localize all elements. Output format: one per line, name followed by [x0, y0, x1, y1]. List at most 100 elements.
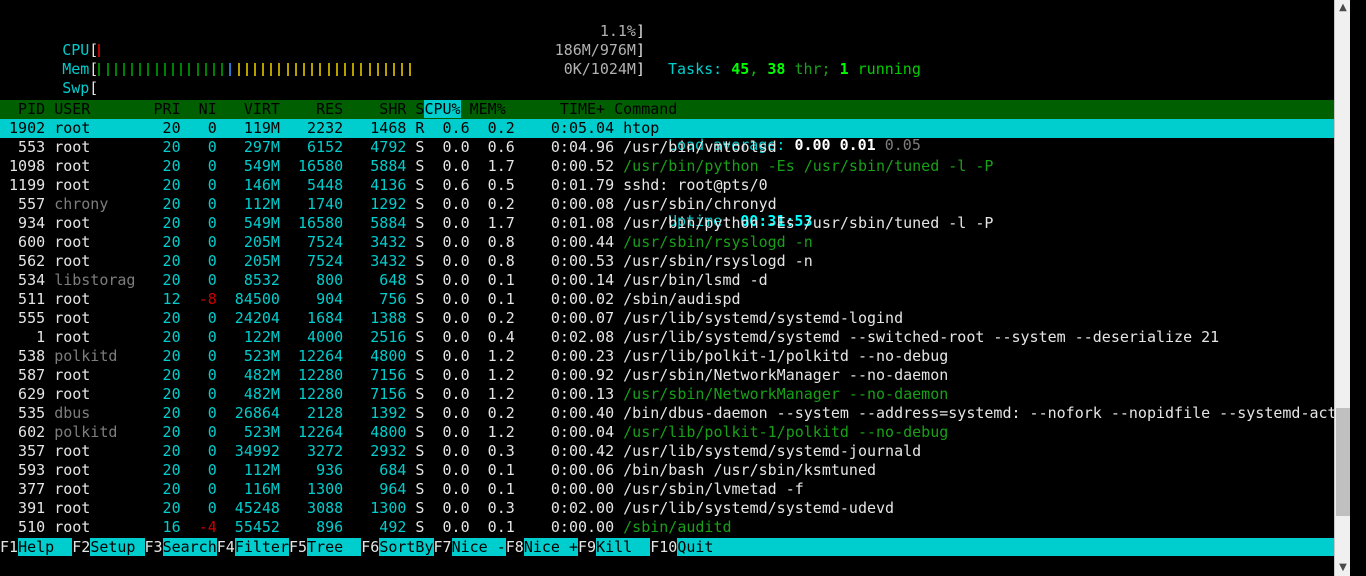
tasks-separator: , [749, 60, 759, 78]
cell-ni: 0 [180, 423, 217, 441]
cell-state: S [406, 157, 425, 175]
cell-pid: 593 [0, 461, 55, 479]
cell-res: 16580 [279, 214, 344, 232]
process-row[interactable]: 534 libstorag 20 0 8532 800 648 S 0.0 0.… [0, 271, 1338, 290]
fkey-number-f5[interactable]: F5 [289, 538, 308, 556]
fkey-label-help[interactable]: Help [18, 538, 73, 556]
fkey-label-filter[interactable]: Filter [234, 538, 289, 556]
process-row[interactable]: 391 root 20 0 45248 3088 1300 S 0.0 0.3 … [0, 499, 1338, 518]
process-row[interactable]: 555 root 20 0 24204 1684 1388 S 0.0 0.2 … [0, 309, 1338, 328]
process-row[interactable]: 553 root 20 0 297M 6152 4792 S 0.0 0.6 0… [0, 138, 1338, 157]
cell-res: 2128 [279, 404, 344, 422]
fkey-number-f9[interactable]: F9 [578, 538, 597, 556]
process-list[interactable]: 1902 root 20 0 119M 2232 1468 R 0.6 0.2 … [0, 119, 1338, 537]
cell-res: 3088 [279, 499, 344, 517]
process-row[interactable]: 1098 root 20 0 549M 16580 5884 S 0.0 1.7… [0, 157, 1338, 176]
process-row[interactable]: 587 root 20 0 482M 12280 7156 S 0.0 1.2 … [0, 366, 1338, 385]
swp-meter[interactable]: Swp[ [8, 60, 426, 97]
cell-virt: 482M [216, 366, 280, 384]
cell-pri: 20 [144, 119, 181, 137]
fkey-label-nice-[interactable]: Nice + [523, 538, 578, 556]
fkey-label-tree[interactable]: Tree [307, 538, 362, 556]
cell-virt: 55452 [216, 518, 280, 536]
fkey-number-f7[interactable]: F7 [433, 538, 452, 556]
cell-ni: 0 [180, 176, 217, 194]
cell-ni: 0 [180, 119, 217, 137]
cell-state: S [406, 366, 425, 384]
scroll-up-arrow-icon[interactable]: ▲ [1335, 0, 1350, 16]
column-header-mem[interactable]: MEM% [470, 100, 506, 118]
cell-res: 12280 [279, 385, 344, 403]
process-row[interactable]: 602 polkitd 20 0 523M 12264 4800 S 0.0 1… [0, 423, 1338, 442]
column-header-cpu[interactable]: CPU% [424, 100, 461, 118]
cell-command: /usr/lib/polkit-1/polkitd --no-debug [623, 423, 949, 441]
cell-mem: 1.2 [469, 366, 515, 384]
cell-pri: 20 [144, 328, 181, 346]
process-row[interactable]: 557 chrony 20 0 112M 1740 1292 S 0.0 0.2… [0, 195, 1338, 214]
fkey-label-sortby[interactable]: SortBy [379, 538, 434, 556]
fkey-number-f8[interactable]: F8 [505, 538, 524, 556]
process-row[interactable]: 538 polkitd 20 0 523M 12264 4800 S 0.0 1… [0, 347, 1338, 366]
fkey-number-f10[interactable]: F10 [650, 538, 678, 556]
cell-shr: 1388 [343, 309, 407, 327]
cell-pid: 555 [0, 309, 55, 327]
fkey-number-f4[interactable]: F4 [216, 538, 235, 556]
cell-res: 3272 [279, 442, 344, 460]
cell-pri: 20 [144, 138, 181, 156]
fkey-number-f1[interactable]: F1 [0, 538, 19, 556]
cell-mem: 0.3 [469, 499, 515, 517]
process-row[interactable]: 600 root 20 0 205M 7524 3432 S 0.0 0.8 0… [0, 233, 1338, 252]
fkey-number-f2[interactable]: F2 [72, 538, 91, 556]
process-row[interactable]: 510 root 16 -4 55452 896 492 S 0.0 0.1 0… [0, 518, 1338, 537]
cell-shr: 7156 [343, 385, 407, 403]
process-row[interactable]: 357 root 20 0 34992 3272 2932 S 0.0 0.3 … [0, 442, 1338, 461]
cell-pid: 934 [0, 214, 55, 232]
process-row[interactable]: 934 root 20 0 549M 16580 5884 S 0.0 1.7 … [0, 214, 1338, 233]
process-table-header[interactable]: PID USER PRI NI VIRT RES SHR SCPU% MEM% … [0, 100, 1338, 119]
process-row[interactable]: 1199 root 20 0 146M 5448 4136 S 0.6 0.5 … [0, 176, 1338, 195]
fkey-label-quit[interactable]: Quit [677, 538, 732, 556]
cell-command: /usr/lib/systemd/systemd-udevd [623, 499, 895, 517]
process-row[interactable]: 535 dbus 20 0 26864 2128 1392 S 0.0 0.2 … [0, 404, 1338, 423]
fkey-label-nice-[interactable]: Nice - [451, 538, 506, 556]
cell-mem: 0.8 [469, 252, 515, 270]
cpu-meter[interactable]: CPU[ [8, 22, 426, 59]
cell-virt: 116M [216, 480, 280, 498]
cell-command: /usr/bin/python -Es /usr/sbin/tuned -l -… [623, 157, 994, 175]
process-row-selected[interactable]: 1902 root 20 0 119M 2232 1468 R 0.6 0.2 … [0, 119, 1338, 138]
cell-command: /usr/sbin/rsyslogd -n [623, 233, 813, 251]
swp-meter-close-bracket: ] [635, 60, 645, 78]
process-row[interactable]: 593 root 20 0 112M 936 684 S 0.0 0.1 0:0… [0, 461, 1338, 480]
function-key-bar[interactable]: F1Help F2Setup F3SearchF4FilterF5Tree F6… [0, 538, 1350, 557]
process-row[interactable]: 1 root 20 0 122M 4000 2516 S 0.0 0.4 0:0… [0, 328, 1338, 347]
vertical-scrollbar[interactable]: ▲ ▼ [1334, 0, 1350, 576]
process-row[interactable]: 511 root 12 -8 84500 904 756 S 0.0 0.1 0… [0, 290, 1338, 309]
cell-mem: 1.2 [469, 385, 515, 403]
cell-command: /usr/bin/vmtoolsd [623, 138, 777, 156]
fkey-number-f3[interactable]: F3 [144, 538, 163, 556]
fkey-label-search[interactable]: Search [162, 538, 217, 556]
cell-state: S [406, 214, 425, 232]
cell-cpu: 0.0 [424, 233, 470, 251]
cell-res: 12264 [279, 423, 344, 441]
cell-state: S [406, 271, 425, 289]
scroll-down-arrow-icon[interactable]: ▼ [1335, 560, 1350, 576]
scrollbar-thumb[interactable] [1336, 407, 1350, 517]
meters-panel: CPU[ Mem[ Swp[ [8, 22, 426, 97]
cell-mem: 1.2 [469, 347, 515, 365]
cell-ni: 0 [180, 195, 217, 213]
mem-meter[interactable]: Mem[ [8, 41, 426, 78]
process-row[interactable]: 562 root 20 0 205M 7524 3432 S 0.0 0.8 0… [0, 252, 1338, 271]
fkey-label-kill[interactable]: Kill [596, 538, 651, 556]
process-row[interactable]: 629 root 20 0 482M 12280 7156 S 0.0 1.2 … [0, 385, 1338, 404]
fkey-label-setup[interactable]: Setup [90, 538, 145, 556]
cell-virt: 523M [216, 347, 280, 365]
cell-command: htop [623, 119, 660, 137]
cell-shr: 492 [343, 518, 407, 536]
tasks-line: Tasks: 45, 38 thr; 1 running [668, 60, 921, 79]
fkey-number-f6[interactable]: F6 [361, 538, 380, 556]
cell-res: 12264 [279, 347, 344, 365]
cell-time: 0:00.08 [514, 195, 624, 213]
cell-ni: 0 [180, 499, 217, 517]
process-row[interactable]: 377 root 20 0 116M 1300 964 S 0.0 0.1 0:… [0, 480, 1338, 499]
